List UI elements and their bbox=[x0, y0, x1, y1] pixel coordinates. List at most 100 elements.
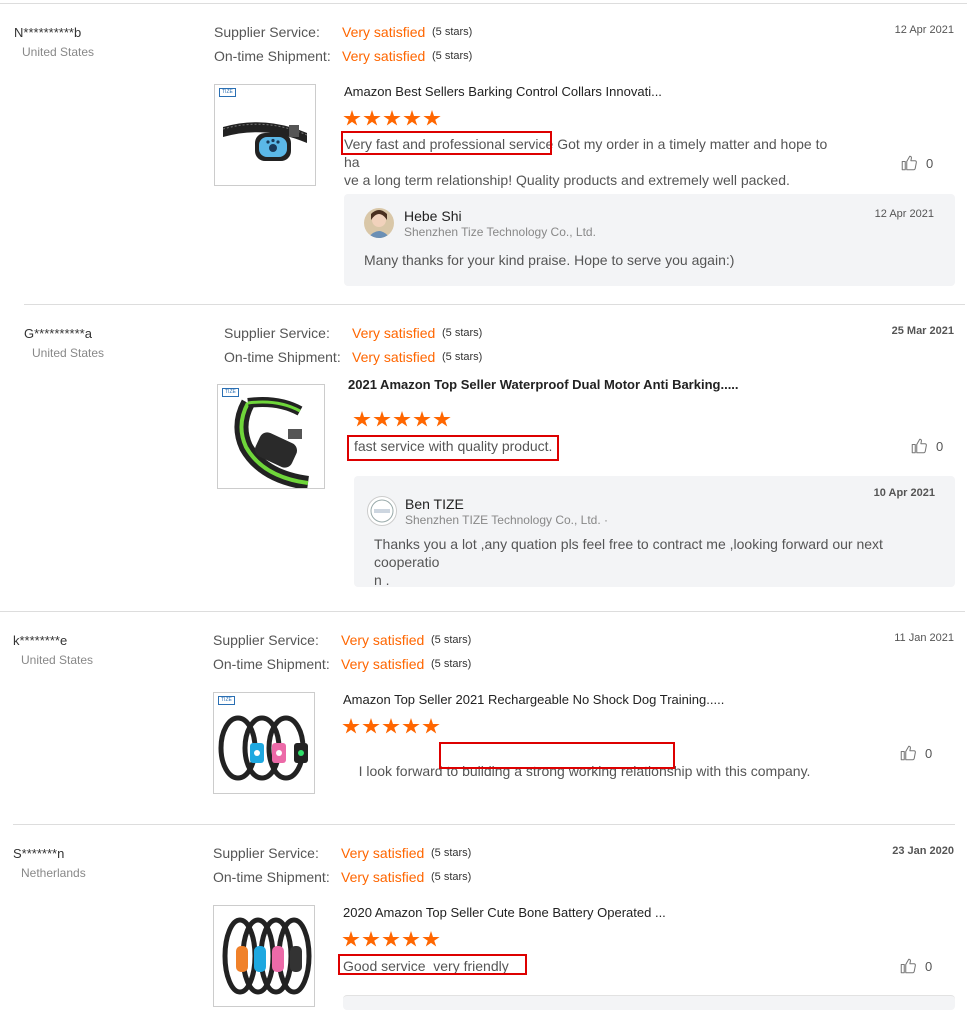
shipment-label: On-time Shipment: bbox=[224, 349, 341, 365]
highlight-box bbox=[338, 954, 527, 975]
star-icon bbox=[422, 931, 440, 947]
star-rating bbox=[342, 931, 440, 948]
shipment-value: Very satisfied bbox=[341, 656, 425, 672]
reply-date: 10 Apr 2021 bbox=[873, 487, 935, 499]
shipment-label: On-time Shipment: bbox=[214, 48, 331, 64]
supplier-reply: Ben TIZE Shenzhen TIZE Technology Co., L… bbox=[354, 476, 955, 589]
product-title[interactable]: Amazon Top Seller 2021 Rechargeable No S… bbox=[343, 692, 724, 707]
star-icon bbox=[342, 718, 360, 734]
reply-text-line1: Thanks you a lot ,any quation pls feel f… bbox=[374, 536, 883, 570]
thumbs-up-icon bbox=[901, 155, 917, 171]
review-date: 11 Jan 2021 bbox=[894, 632, 954, 644]
brand-mark: TIZE bbox=[222, 388, 239, 397]
shipment-stars: (5 stars) bbox=[442, 351, 483, 363]
star-icon bbox=[373, 411, 391, 427]
brand-mark: TIZE bbox=[218, 696, 235, 705]
review-divider bbox=[24, 304, 965, 305]
supplier-service-stars: (5 stars) bbox=[431, 847, 472, 859]
like-button[interactable]: 0 bbox=[900, 154, 933, 172]
top-divider bbox=[0, 3, 967, 4]
star-icon bbox=[402, 931, 420, 947]
highlight-box bbox=[347, 435, 559, 461]
star-icon bbox=[343, 110, 361, 126]
supplier-service-label: Supplier Service: bbox=[224, 325, 330, 341]
star-icon bbox=[342, 931, 360, 947]
star-icon bbox=[422, 718, 440, 734]
like-count: 0 bbox=[925, 745, 933, 761]
supplier-service-value: Very satisfied bbox=[342, 24, 426, 40]
like-button[interactable]: 0 bbox=[899, 744, 932, 762]
highlight-box bbox=[439, 742, 675, 769]
avatar bbox=[367, 496, 397, 526]
review-text-after: with this company. bbox=[692, 763, 811, 779]
like-button[interactable]: 0 bbox=[910, 437, 943, 455]
product-thumbnail[interactable] bbox=[213, 905, 315, 1007]
star-icon bbox=[353, 411, 371, 427]
supplier-service-value: Very satisfied bbox=[341, 632, 425, 648]
star-icon bbox=[362, 931, 380, 947]
reviewer-country: Netherlands bbox=[21, 866, 86, 880]
star-icon bbox=[413, 411, 431, 427]
star-rating bbox=[343, 110, 441, 127]
review-date: 23 Jan 2020 bbox=[892, 845, 954, 857]
star-icon bbox=[383, 110, 401, 126]
reply-text-line2: n . bbox=[374, 572, 390, 588]
supplier-reply bbox=[343, 995, 955, 1010]
reply-company: Shenzhen Tize Technology Co., Ltd. bbox=[404, 225, 596, 239]
star-icon bbox=[382, 718, 400, 734]
highlight-box bbox=[341, 131, 552, 155]
shipment-row: On-time Shipment: Very satisfied (5 star… bbox=[213, 867, 471, 887]
review-date: 12 Apr 2021 bbox=[894, 24, 954, 36]
shipment-label: On-time Shipment: bbox=[213, 869, 330, 885]
supplier-service-row: Supplier Service: Very satisfied (5 star… bbox=[213, 843, 471, 863]
supplier-service-label: Supplier Service: bbox=[213, 845, 319, 861]
avatar bbox=[364, 208, 394, 238]
supplier-service-row: Supplier Service: Very satisfied (5 star… bbox=[213, 630, 471, 650]
reviewer-name: G**********a bbox=[24, 326, 92, 341]
supplier-service-stars: (5 stars) bbox=[442, 327, 483, 339]
star-rating bbox=[342, 718, 440, 735]
reply-author: Ben TIZE bbox=[405, 496, 464, 512]
product-title[interactable]: Amazon Best Sellers Barking Control Coll… bbox=[344, 84, 662, 99]
reply-author: Hebe Shi bbox=[404, 208, 462, 224]
thumbs-up-icon bbox=[900, 745, 916, 761]
shipment-value: Very satisfied bbox=[342, 48, 426, 64]
thumbs-up-icon bbox=[900, 958, 916, 974]
like-button[interactable]: 0 bbox=[899, 957, 932, 975]
supplier-service-stars: (5 stars) bbox=[432, 26, 473, 38]
star-icon bbox=[423, 110, 441, 126]
review-divider bbox=[0, 611, 965, 612]
shipment-row: On-time Shipment: Very satisfied (5 star… bbox=[214, 46, 472, 66]
star-icon bbox=[393, 411, 411, 427]
product-title[interactable]: 2021 Amazon Top Seller Waterproof Dual M… bbox=[348, 377, 739, 392]
supplier-service-row: Supplier Service: Very satisfied (5 star… bbox=[224, 323, 482, 343]
star-rating bbox=[353, 411, 451, 428]
product-title[interactable]: 2020 Amazon Top Seller Cute Bone Battery… bbox=[343, 905, 666, 920]
like-count: 0 bbox=[926, 155, 934, 171]
product-thumbnail[interactable]: TIZE bbox=[213, 692, 315, 794]
star-icon bbox=[433, 411, 451, 427]
reviewer-name: k********e bbox=[13, 633, 68, 648]
shipment-stars: (5 stars) bbox=[432, 50, 473, 62]
shipment-value: Very satisfied bbox=[352, 349, 436, 365]
reply-text: Many thanks for your kind praise. Hope t… bbox=[364, 252, 735, 268]
product-thumbnail[interactable]: TIZE bbox=[217, 384, 325, 489]
reviewer-country: United States bbox=[21, 653, 94, 667]
shipment-row: On-time Shipment: Very satisfied (5 star… bbox=[224, 347, 482, 367]
reply-company: Shenzhen TIZE Technology Co., Ltd. · bbox=[405, 513, 609, 527]
star-icon bbox=[403, 110, 421, 126]
reviewer-country: United States bbox=[22, 45, 95, 59]
shipment-row: On-time Shipment: Very satisfied (5 star… bbox=[213, 654, 471, 674]
reply-text: Thanks you a lot ,any quation pls feel f… bbox=[374, 535, 946, 589]
shipment-value: Very satisfied bbox=[341, 869, 425, 885]
product-thumbnail[interactable]: TIZE bbox=[214, 84, 316, 186]
supplier-reply: Hebe Shi Shenzhen Tize Technology Co., L… bbox=[344, 194, 955, 286]
supplier-service-stars: (5 stars) bbox=[431, 634, 472, 646]
supplier-service-value: Very satisfied bbox=[341, 845, 425, 861]
star-icon bbox=[402, 718, 420, 734]
star-icon bbox=[363, 110, 381, 126]
like-count: 0 bbox=[936, 438, 944, 454]
review-text-line2: ve a long term relationship! Quality pro… bbox=[344, 172, 790, 188]
reviewer-name: N**********b bbox=[14, 25, 82, 40]
star-icon bbox=[362, 718, 380, 734]
